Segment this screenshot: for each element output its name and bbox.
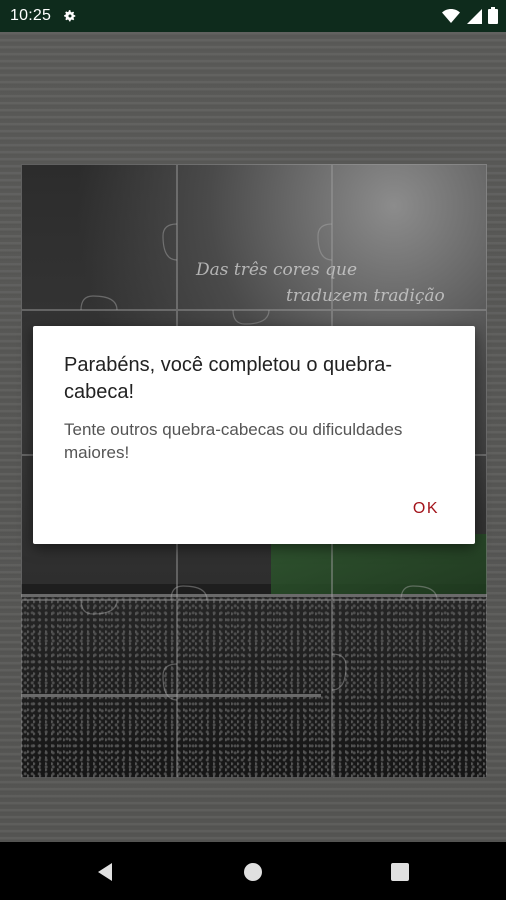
back-icon[interactable]	[95, 861, 117, 883]
recents-icon[interactable]	[389, 861, 411, 883]
completion-dialog: Parabéns, você completou o quebra-cabeca…	[33, 326, 475, 544]
home-icon[interactable]	[242, 861, 264, 883]
navigation-bar	[0, 842, 506, 900]
status-icons	[442, 7, 498, 24]
status-bar: 10:25	[0, 0, 506, 32]
signal-icon	[467, 8, 482, 24]
battery-icon	[488, 7, 498, 24]
dialog-message: Tente outros quebra-cabecas ou dificulda…	[64, 420, 403, 462]
wifi-icon	[442, 8, 460, 23]
status-time: 10:25	[10, 7, 52, 24]
dialog-title: Parabéns, você completou o quebra-cabeca…	[64, 354, 392, 403]
ok-button[interactable]: OK	[407, 496, 445, 522]
gear-icon	[64, 10, 76, 22]
